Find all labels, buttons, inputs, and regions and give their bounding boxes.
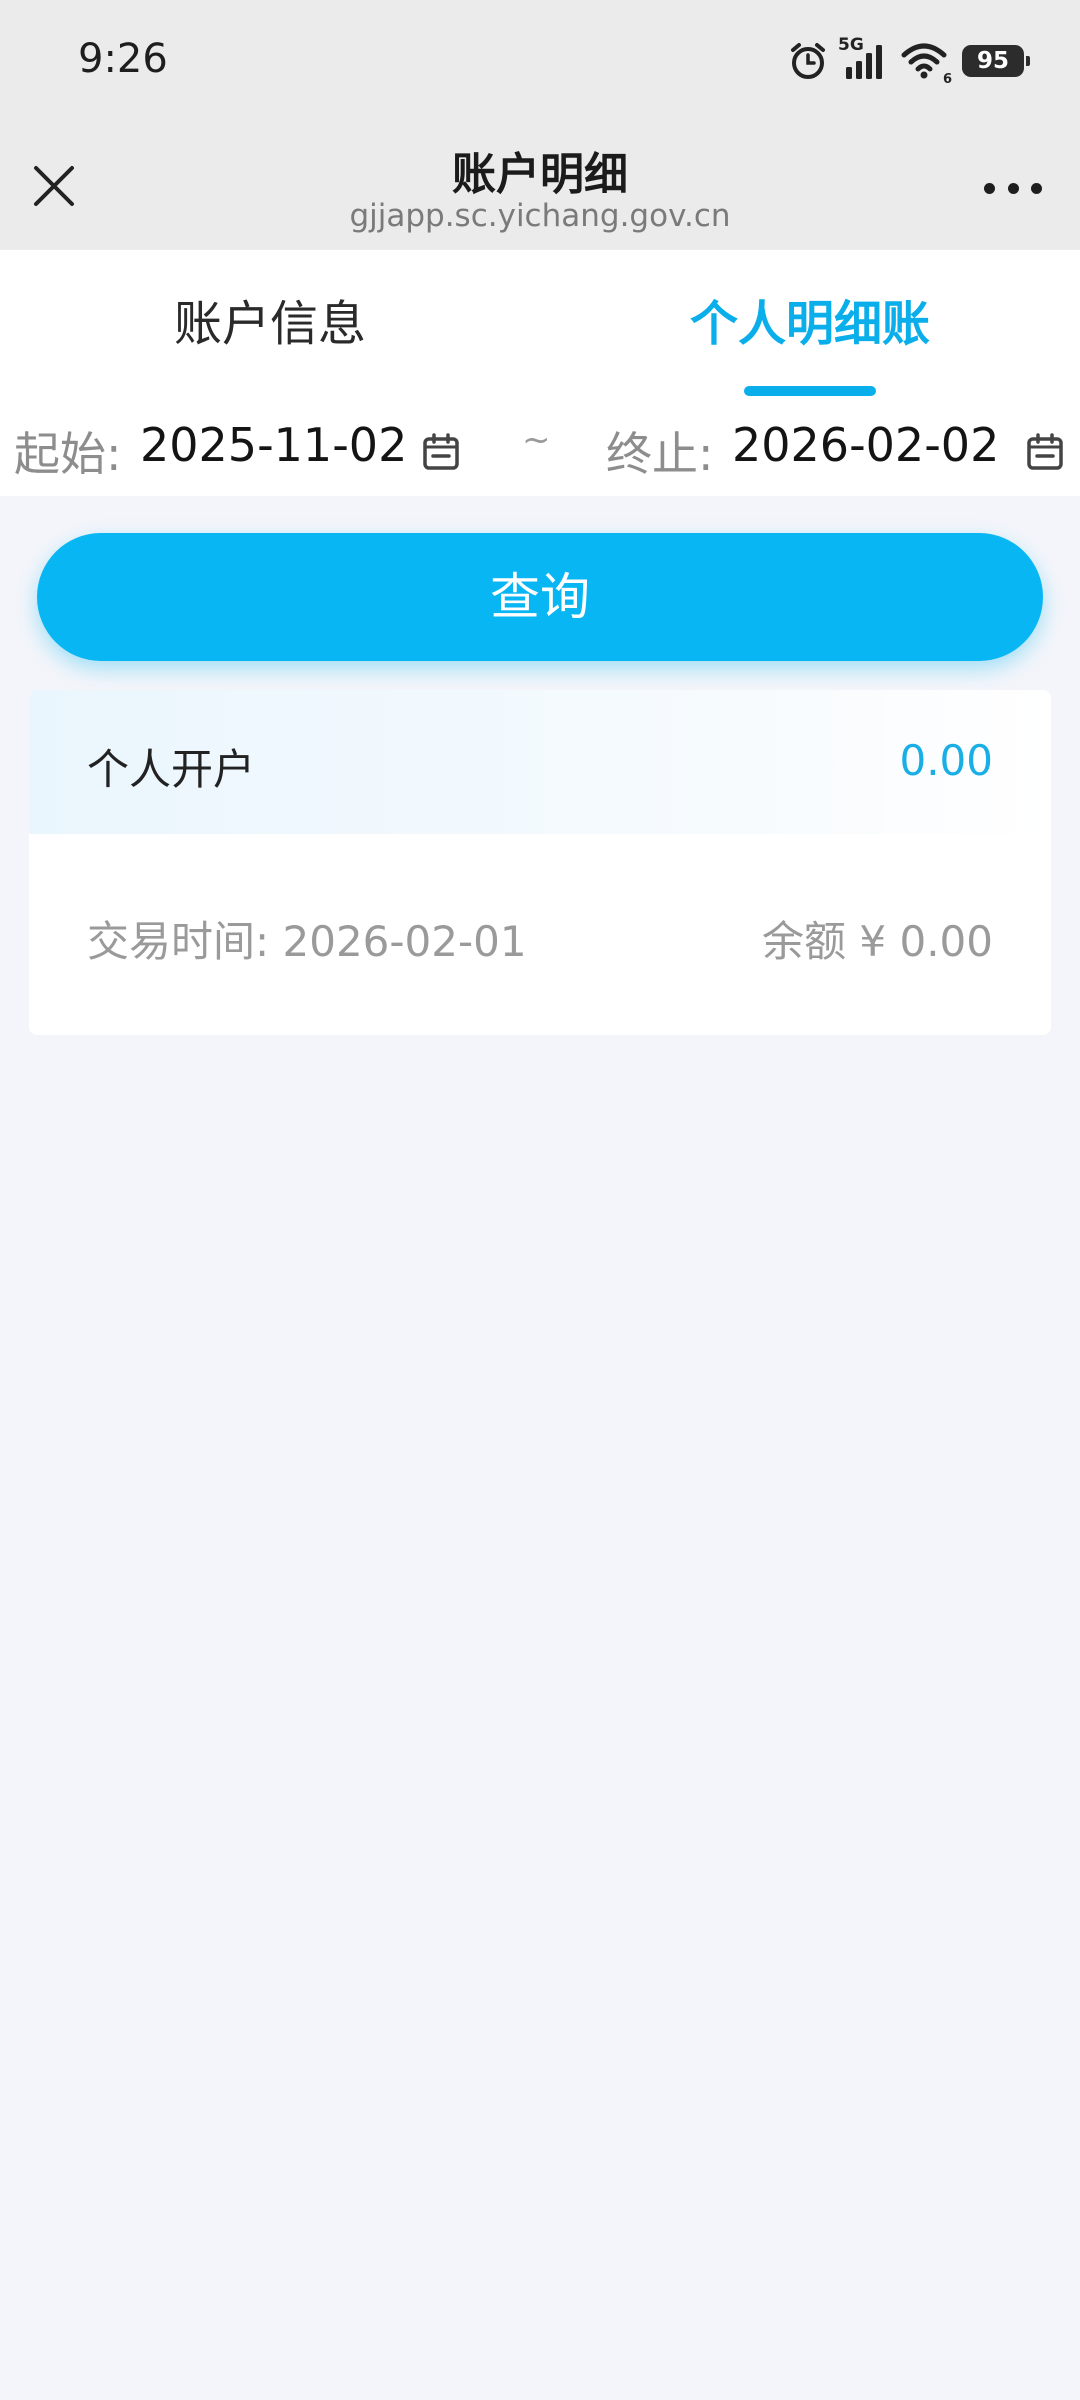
date-range-filter: 起始: 2025-11-02 ~ 终止: 2026-02-02 bbox=[0, 398, 1080, 496]
page-url: gjjapp.sc.yichang.gov.cn bbox=[349, 198, 731, 234]
end-date-label: 终止: bbox=[606, 427, 714, 481]
tab-bar: 账户信息 个人明细账 bbox=[0, 250, 1080, 398]
alarm-icon bbox=[788, 41, 828, 81]
record-time: 交易时间: 2026-02-01 bbox=[87, 917, 527, 966]
wifi-icon: 6 bbox=[900, 41, 952, 87]
top-nav: 账户明细 gjjapp.sc.yichang.gov.cn bbox=[0, 124, 1080, 250]
more-icon[interactable] bbox=[984, 174, 1042, 202]
start-date-label: 起始: bbox=[14, 427, 122, 481]
record-type: 个人开户 bbox=[87, 745, 256, 794]
network-type: 5G bbox=[838, 35, 864, 55]
more-dot bbox=[1007, 182, 1019, 194]
start-calendar-icon[interactable] bbox=[422, 428, 460, 470]
more-dot bbox=[1031, 182, 1042, 194]
record-card[interactable]: 个人开户 0.00 交易时间: 2026-02-01 余额 ¥ 0.00 bbox=[29, 690, 1051, 1035]
end-date-field[interactable]: 2026-02-02 bbox=[732, 418, 999, 472]
signal-icon: 5G bbox=[838, 35, 886, 81]
record-header: 个人开户 0.00 bbox=[29, 690, 1051, 834]
tab-personal-detail[interactable]: 个人明细账 bbox=[540, 250, 1080, 398]
more-dot bbox=[984, 182, 995, 194]
record-balance: 余额 ¥ 0.00 bbox=[762, 917, 993, 966]
status-icons: 5G 6 95 bbox=[788, 35, 1030, 87]
active-tab-indicator bbox=[744, 386, 876, 396]
tab-account-info[interactable]: 账户信息 bbox=[0, 250, 540, 398]
start-date-field[interactable]: 2025-11-02 bbox=[140, 418, 407, 472]
page-title: 账户明细 bbox=[452, 149, 628, 200]
record-amount: 0.00 bbox=[899, 736, 993, 785]
battery-icon: 95 bbox=[962, 45, 1030, 77]
wifi-generation: 6 bbox=[942, 72, 952, 87]
battery-level: 95 bbox=[976, 48, 1009, 74]
date-separator: ~ bbox=[522, 420, 551, 460]
query-button[interactable]: 查询 bbox=[37, 533, 1043, 661]
status-bar: 9:26 5G 6 95 bbox=[0, 0, 1080, 124]
end-calendar-icon[interactable] bbox=[1026, 428, 1064, 470]
status-time: 9:26 bbox=[78, 36, 168, 82]
